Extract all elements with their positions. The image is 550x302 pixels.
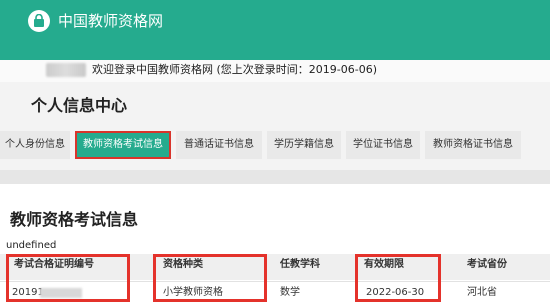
tab-personal-identity[interactable]: 个人身份信息 — [0, 131, 70, 159]
tab-degree-certificate[interactable]: 学位证书信息 — [346, 131, 420, 159]
section-divider — [0, 170, 550, 184]
site-title[interactable]: 中国教师资格网 — [58, 11, 163, 31]
tab-mandarin-certificate[interactable]: 普通话证书信息 — [176, 131, 262, 159]
cell-exam-province: 河北省 — [467, 287, 497, 298]
highlight-cert-number — [6, 254, 130, 302]
highlight-qualification-type — [153, 254, 267, 302]
welcome-message: 欢迎登录中国教师资格网 (您上次登录时间：2019-06-06) — [92, 63, 378, 76]
tab-teacher-exam[interactable]: 教师资格考试信息 — [75, 131, 171, 159]
column-header-subject: 任教学科 — [280, 259, 320, 270]
logo-icon[interactable] — [28, 10, 50, 32]
tab-education-records[interactable]: 学历学籍信息 — [267, 131, 341, 159]
cell-subject: 数学 — [280, 287, 300, 298]
tab-teacher-certificate[interactable]: 教师资格证书信息 — [425, 131, 521, 159]
section-note: undefined — [6, 240, 57, 251]
column-header-exam-province: 考试省份 — [467, 259, 507, 270]
section-title: 教师资格考试信息 — [10, 210, 139, 229]
page-title: 个人信息中心 — [31, 96, 128, 115]
username-redacted — [46, 63, 86, 77]
highlight-valid-until — [355, 254, 441, 302]
